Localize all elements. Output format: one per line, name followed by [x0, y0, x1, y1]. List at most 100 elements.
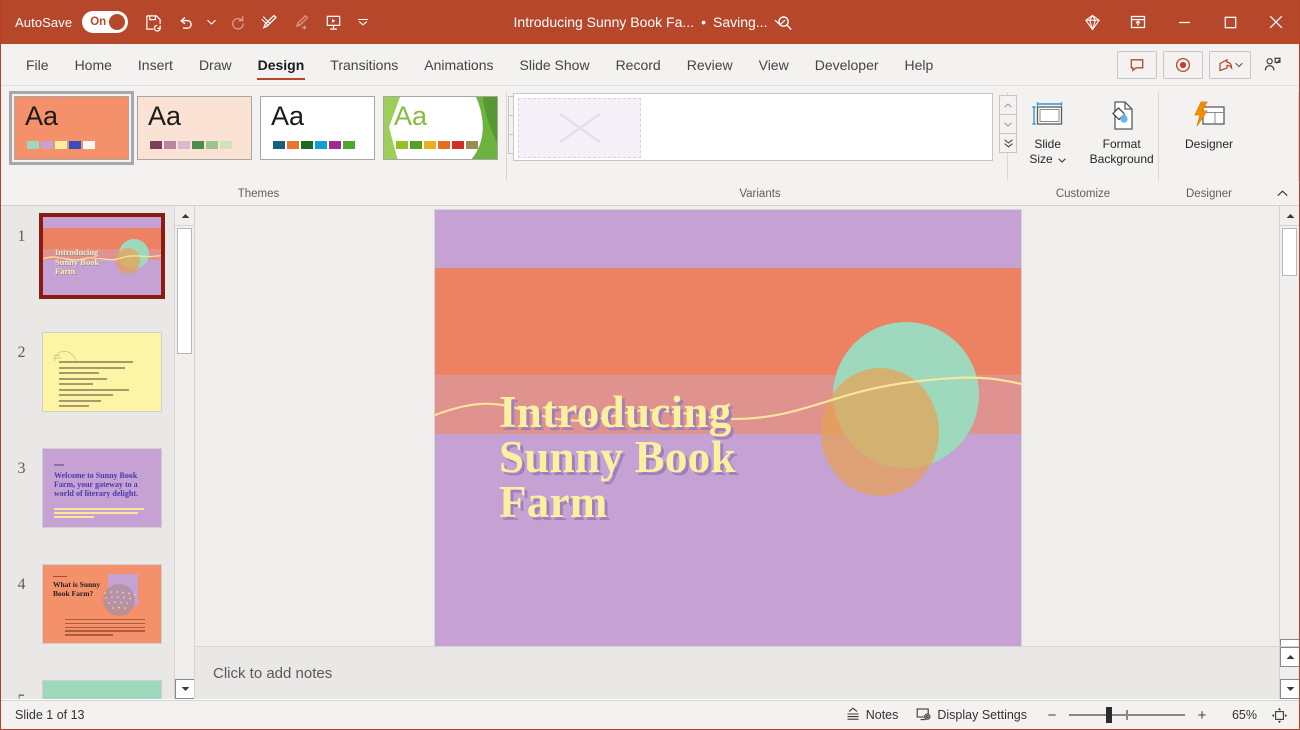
tab-developer-label: Developer [814, 56, 879, 73]
thumbnail-scroll-down-button[interactable] [175, 679, 194, 699]
theme-office-white[interactable]: Aa [260, 96, 375, 160]
fit-slide-to-window-icon[interactable] [1267, 704, 1291, 726]
undo-dropdown-icon[interactable] [202, 7, 220, 37]
search-icon[interactable] [771, 10, 799, 36]
thumbnail-item-1[interactable]: 1 Introducing Sunny Book Farm [1, 206, 194, 299]
tab-review[interactable]: Review [674, 44, 746, 85]
thumbnail-scroll-up-button[interactable] [175, 206, 194, 226]
theme-berry-orange[interactable]: Aa [9, 91, 134, 165]
notes-button[interactable]: Notes [838, 704, 906, 727]
zoom-out-button[interactable]: − [1044, 706, 1060, 724]
autosave-toggle[interactable]: On [82, 11, 129, 33]
ribbon-group-label-designer: Designer [1185, 188, 1233, 200]
ink-replay-icon [286, 7, 316, 37]
theme-facet-green[interactable]: Aa [383, 96, 498, 160]
zoom-slider-midpoint [1126, 710, 1128, 720]
slide-counter[interactable]: Slide 1 of 13 [1, 708, 85, 722]
thumbnail-item-3[interactable]: 3 Welcome to Sunny Book Farm, your gatew… [1, 412, 194, 528]
ribbon-display-options-icon[interactable] [1115, 0, 1161, 44]
themes-gallery: Aa Aa Aa Aa [9, 91, 526, 165]
slide-editor[interactable]: Introducing Sunny Book Farm [435, 210, 1021, 650]
tab-home[interactable]: Home [62, 44, 125, 85]
tab-animations[interactable]: Animations [411, 44, 506, 85]
variants-gallery [513, 93, 993, 161]
slide-thumbnail-pane: 1 Introducing Sunny Book Farm 2 3 Welcom… [1, 206, 195, 699]
slide-scrollbar[interactable] [1279, 206, 1299, 699]
thumbnail-item-5[interactable]: 5 [1, 644, 194, 699]
diamond-icon[interactable] [1069, 0, 1115, 44]
slide-1-content[interactable]: Introducing Sunny Book Farm [435, 210, 1021, 650]
ribbon-tab-bar: File Home Insert Draw Design Transitions… [1, 44, 1299, 86]
tab-record-label: Record [615, 56, 661, 73]
thumbnail-image-1[interactable]: Introducing Sunny Book Farm [39, 213, 165, 299]
slide-scrollbar-thumb[interactable] [1282, 228, 1297, 276]
thumbnail-image-4[interactable]: What is Sunny Book Farm? [42, 564, 162, 644]
thumbnail-image-2[interactable] [42, 332, 162, 412]
tab-record[interactable]: Record [603, 44, 674, 85]
zoom-slider[interactable] [1069, 706, 1185, 724]
minimize-icon[interactable] [1161, 0, 1207, 44]
tab-file[interactable]: File [13, 44, 62, 85]
ribbon-separator [1298, 92, 1299, 181]
ribbon-group-variants: Variants [507, 86, 1017, 205]
share-button[interactable] [1209, 50, 1251, 79]
thumbnail-scrollbar[interactable] [174, 206, 194, 699]
ribbon-group-label-customize: Customize [1055, 188, 1111, 200]
zoom-in-button[interactable]: + [1194, 706, 1210, 724]
slide-size-button[interactable]: Slide Size [1016, 93, 1079, 167]
slide-title-textbox[interactable]: Introducing Sunny Book Farm [499, 390, 809, 525]
tab-review-label: Review [686, 56, 733, 73]
tab-view[interactable]: View [746, 44, 802, 85]
notes-button-label: Notes [865, 708, 899, 722]
thumbnail-image-3[interactable]: Welcome to Sunny Book Farm, your gateway… [42, 448, 162, 528]
theme-preview-text: Aa [394, 101, 428, 131]
display-settings-button[interactable]: Display Settings [909, 704, 1034, 727]
zoom-level-label[interactable]: 65% [1219, 708, 1257, 722]
notes-scroll-up-button[interactable] [1280, 647, 1299, 667]
thumbnail-item-2[interactable]: 2 [1, 296, 194, 412]
notes-placeholder[interactable]: Click to add notes [195, 665, 332, 682]
zoom-slider-handle[interactable] [1106, 707, 1112, 723]
display-settings-icon [916, 707, 932, 724]
tab-slide-show[interactable]: Slide Show [507, 44, 603, 85]
tab-help-label: Help [904, 56, 934, 73]
tab-draw[interactable]: Draw [186, 44, 245, 85]
tab-design[interactable]: Design [245, 44, 318, 85]
redo-icon [222, 7, 252, 37]
tab-animations-label: Animations [424, 56, 494, 73]
notes-pane[interactable]: Click to add notes [195, 646, 1299, 699]
tab-developer[interactable]: Developer [802, 44, 892, 85]
ribbon-group-label-variants: Variants [739, 188, 781, 200]
tab-help[interactable]: Help [892, 44, 947, 85]
collapse-ribbon-icon[interactable] [1271, 183, 1293, 203]
notes-scrollbar[interactable] [1279, 647, 1299, 699]
record-icon[interactable] [1163, 50, 1203, 79]
tab-slide-show-label: Slide Show [519, 56, 590, 73]
ribbon-tabs: File Home Insert Draw Design Transitions… [1, 44, 946, 85]
start-presentation-icon[interactable] [318, 7, 348, 37]
comments-icon[interactable] [1117, 50, 1157, 79]
ribbon-group-customize: Slide Size Format Background Customize [1008, 86, 1158, 205]
tab-insert[interactable]: Insert [125, 44, 186, 85]
thumbnail-item-4[interactable]: 4 What is Sunny Book Farm? [1, 528, 194, 644]
variant-placeholder[interactable] [518, 98, 641, 158]
undo-icon[interactable] [170, 7, 200, 37]
thumbnail-scrollbar-thumb[interactable] [177, 228, 192, 354]
slide-size-label-line2: Size [1029, 152, 1066, 167]
designer-button[interactable]: Designer [1169, 93, 1249, 152]
theme-peach[interactable]: Aa [137, 96, 252, 160]
notes-scroll-down-button[interactable] [1280, 679, 1299, 699]
ribbon-group-themes: Aa Aa Aa Aa Themes [1, 86, 526, 205]
format-background-button[interactable]: Format Background [1085, 93, 1158, 167]
slide-scroll-up-button[interactable] [1280, 206, 1299, 226]
close-icon[interactable] [1253, 0, 1299, 44]
customize-quick-access-toolbar-icon[interactable] [354, 7, 372, 37]
maximize-icon[interactable] [1207, 0, 1253, 44]
present-to-icon[interactable] [1257, 51, 1287, 79]
ribbon-group-designer: Designer Designer [1159, 86, 1259, 205]
start-inking-icon[interactable] [254, 7, 284, 37]
tab-transitions[interactable]: Transitions [317, 44, 411, 85]
document-title[interactable]: Introducing Sunny Book Fa... [514, 14, 695, 30]
save-icon[interactable] [138, 7, 168, 37]
thumbnail-image-5[interactable] [42, 680, 162, 699]
